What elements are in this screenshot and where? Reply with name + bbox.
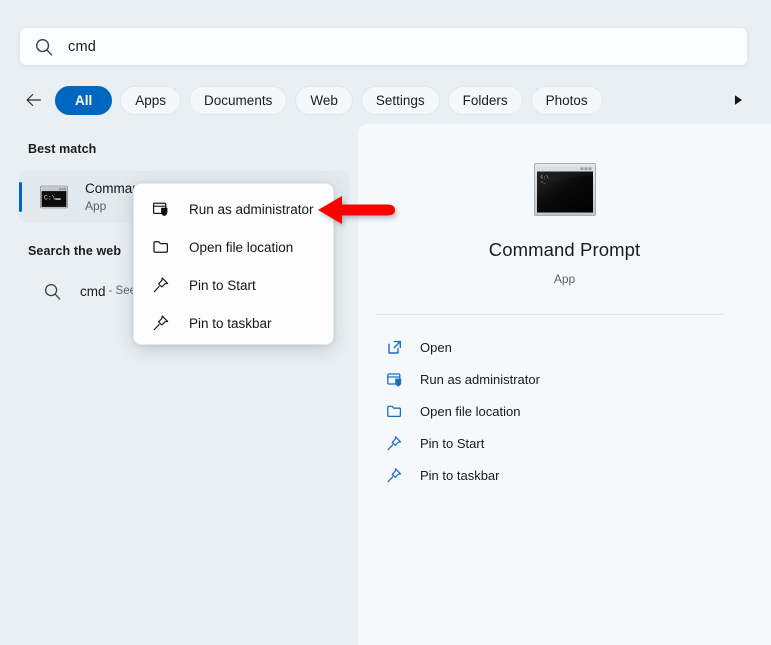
- best-match-header: Best match: [28, 142, 97, 156]
- shield-icon: [386, 371, 403, 388]
- action-label: Pin to taskbar: [420, 467, 500, 483]
- folder-icon: [152, 238, 170, 256]
- annotation-arrow-left: [318, 194, 396, 226]
- shield-icon: [152, 200, 170, 218]
- action-pin-to-start[interactable]: Pin to Start: [375, 427, 735, 459]
- tab-apps[interactable]: Apps: [120, 85, 182, 115]
- folder-icon: [386, 403, 403, 420]
- context-menu: Run as administrator Open file location …: [133, 183, 334, 345]
- action-pin-to-taskbar[interactable]: Pin to taskbar: [375, 459, 735, 491]
- menu-item-label: Open file location: [189, 239, 294, 255]
- preview-pane: C:\ >_ Command Prompt App Open Run as ad…: [358, 124, 771, 645]
- menu-item-label: Run as administrator: [189, 201, 314, 217]
- search-icon: [34, 37, 54, 57]
- tab-folders[interactable]: Folders: [447, 85, 523, 115]
- command-prompt-icon: C:\: [37, 182, 71, 212]
- divider: [375, 314, 723, 315]
- filter-tabs-row: All Apps Documents Web Settings Folders …: [19, 84, 748, 116]
- tab-all[interactable]: All: [55, 85, 113, 115]
- tab-documents[interactable]: Documents: [189, 85, 288, 115]
- menu-item-open-file-location[interactable]: Open file location: [134, 228, 333, 266]
- menu-item-label: Pin to taskbar: [189, 315, 272, 331]
- play-triangle-icon[interactable]: [727, 89, 749, 111]
- action-label: Run as administrator: [420, 371, 540, 387]
- menu-item-run-as-administrator[interactable]: Run as administrator: [134, 190, 333, 228]
- action-label: Pin to Start: [420, 435, 485, 451]
- action-run-as-administrator[interactable]: Run as administrator: [375, 363, 735, 395]
- menu-item-pin-to-taskbar[interactable]: Pin to taskbar: [134, 304, 333, 342]
- search-the-web-header: Search the web: [28, 244, 122, 258]
- pin-icon: [386, 467, 403, 484]
- tab-settings[interactable]: Settings: [360, 85, 440, 115]
- action-label: Open file location: [420, 403, 521, 419]
- menu-item-pin-to-start[interactable]: Pin to Start: [134, 266, 333, 304]
- tab-photos[interactable]: Photos: [530, 85, 603, 115]
- pin-icon: [152, 276, 170, 294]
- search-input-value[interactable]: cmd: [68, 39, 96, 55]
- selection-accent-bar: [19, 182, 22, 212]
- svg-text:C:\: C:\: [44, 195, 56, 202]
- pin-icon: [152, 314, 170, 332]
- svg-text:>_: >_: [540, 180, 546, 186]
- preview-subtitle: App: [553, 272, 576, 286]
- action-open[interactable]: Open: [375, 331, 735, 363]
- command-prompt-icon: C:\ >_: [533, 162, 597, 217]
- tab-web[interactable]: Web: [295, 85, 353, 115]
- menu-item-label: Pin to Start: [189, 277, 256, 293]
- preview-action-list: Open Run as administrator Open file loca…: [375, 331, 735, 491]
- action-open-file-location[interactable]: Open file location: [375, 395, 735, 427]
- preview-title: Command Prompt: [488, 239, 641, 260]
- search-icon: [43, 282, 62, 301]
- action-label: Open: [420, 339, 452, 355]
- pin-icon: [386, 435, 403, 452]
- search-box[interactable]: cmd: [19, 27, 748, 66]
- open-external-icon: [386, 339, 403, 356]
- back-arrow-icon[interactable]: [19, 85, 49, 115]
- web-result-query: cmd: [80, 283, 106, 299]
